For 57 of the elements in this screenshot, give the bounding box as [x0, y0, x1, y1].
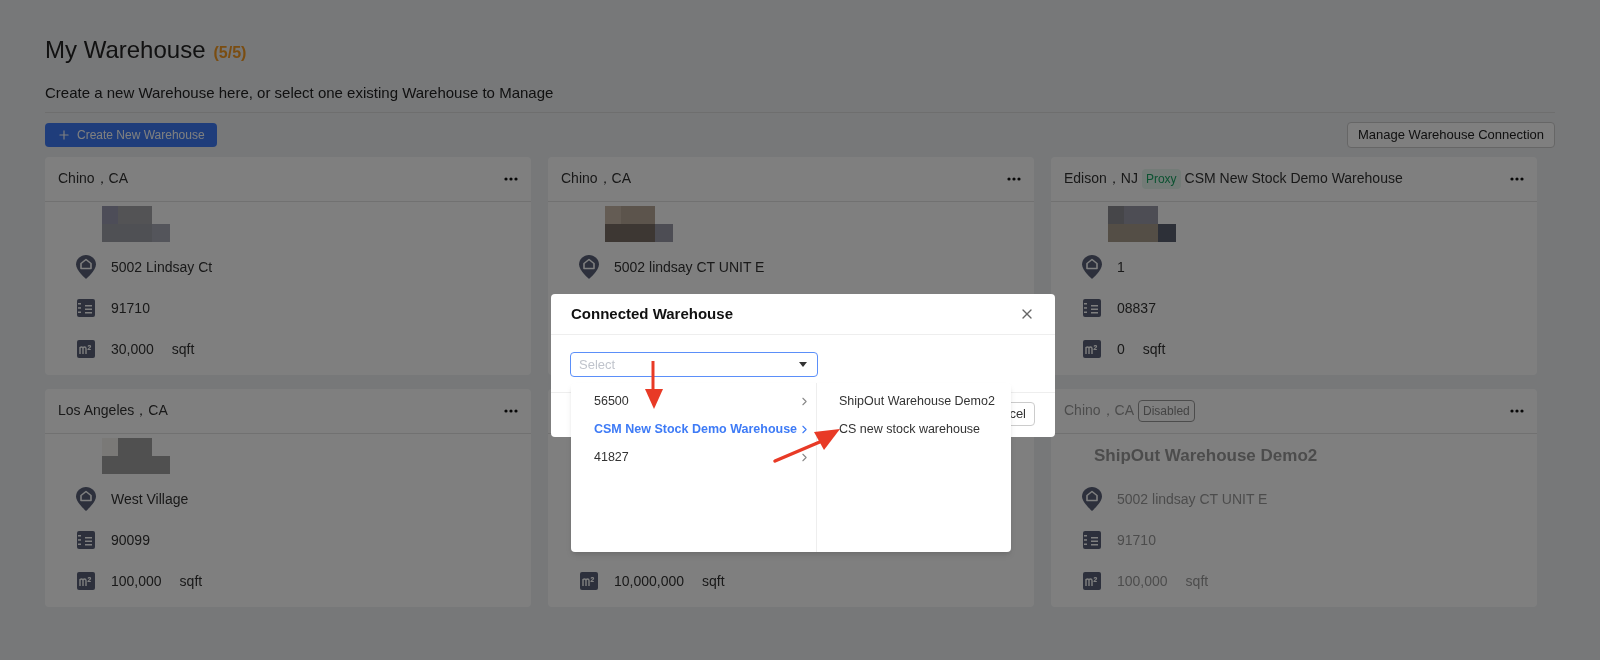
- card-title: Chino，CA: [58, 169, 129, 188]
- location-pin-icon: [1082, 487, 1102, 511]
- more-icon[interactable]: [1007, 176, 1021, 181]
- notebook-icon: [77, 531, 95, 549]
- square-meter-icon: [1083, 572, 1101, 590]
- notebook-icon: [77, 299, 95, 317]
- area-unit: sqft: [702, 571, 725, 591]
- location-pin-icon: [579, 255, 599, 279]
- card-title: Los Angeles，CA: [58, 401, 168, 420]
- more-icon[interactable]: [504, 176, 518, 181]
- create-warehouse-button[interactable]: Create New Warehouse: [45, 122, 217, 147]
- status-tag: Disabled: [1138, 399, 1195, 422]
- cascader-option[interactable]: ShipOut Warehouse Demo2: [817, 387, 1011, 415]
- square-meter-icon: [77, 340, 95, 358]
- area-value: 30,000: [111, 339, 154, 359]
- area-value: 100,000: [111, 571, 162, 591]
- location-pin-icon: [1082, 255, 1102, 279]
- cascader-option[interactable]: 41827: [571, 443, 816, 471]
- warehouse-card[interactable]: Chino，CA 5002 Lindsay Ct 91710 30,000 sqft: [45, 156, 531, 375]
- address-text: 5002 Lindsay Ct: [111, 257, 213, 277]
- postal-code: 90099: [111, 530, 150, 550]
- area-value: 10,000,000: [614, 571, 685, 591]
- postal-code: 08837: [1117, 298, 1156, 318]
- square-meter-icon: [77, 572, 95, 590]
- cascader-option[interactable]: CSM New Stock Demo Warehouse: [571, 415, 816, 443]
- warehouse-count: (5/5): [213, 43, 247, 63]
- address-text: 5002 lindsay CT UNIT E: [614, 257, 765, 277]
- postal-code: 91710: [111, 298, 150, 318]
- area-unit: sqft: [171, 339, 195, 359]
- plus-icon: [57, 127, 71, 142]
- caret-down-icon: [799, 362, 807, 367]
- cascader-option[interactable]: 56500: [571, 387, 816, 415]
- card-title: Edison，NJ: [1064, 169, 1138, 188]
- manage-connection-button[interactable]: Manage Warehouse Connection: [1347, 121, 1555, 148]
- square-meter-icon: [1083, 340, 1101, 358]
- notebook-icon: [1083, 531, 1101, 549]
- page-description: Create a new Warehouse here, or select one existing Warehouse to Manage: [45, 82, 1555, 113]
- warehouse-card[interactable]: Edison，NJ Proxy CSM New Stock Demo Warehouse 1 08837 0 sqft: [1051, 156, 1537, 375]
- location-pin-icon: [76, 255, 96, 279]
- status-tag: Proxy: [1141, 168, 1181, 189]
- annotation-arrow: [644, 361, 664, 409]
- more-icon[interactable]: [504, 408, 518, 413]
- dialog-title: Connected Warehouse: [571, 303, 733, 324]
- warehouse-card[interactable]: Los Angeles，CA West Village 90099 100,000 sqft: [45, 388, 531, 607]
- card-subtitle: CSM New Stock Demo Warehouse: [1184, 169, 1403, 188]
- square-meter-icon: [580, 572, 598, 590]
- more-icon[interactable]: [1510, 176, 1524, 181]
- area-unit: sqft: [1142, 339, 1166, 359]
- location-pin-icon: [76, 487, 96, 511]
- address-text: 1: [1117, 257, 1125, 277]
- page-title: My Warehouse: [45, 35, 206, 65]
- card-title: Chino，CA: [561, 169, 632, 188]
- notebook-icon: [1083, 299, 1101, 317]
- area-unit: sqft: [179, 571, 203, 591]
- address-text: West Village: [111, 489, 189, 509]
- area-value: 0: [1117, 339, 1125, 359]
- select-field[interactable]: Select: [570, 352, 818, 377]
